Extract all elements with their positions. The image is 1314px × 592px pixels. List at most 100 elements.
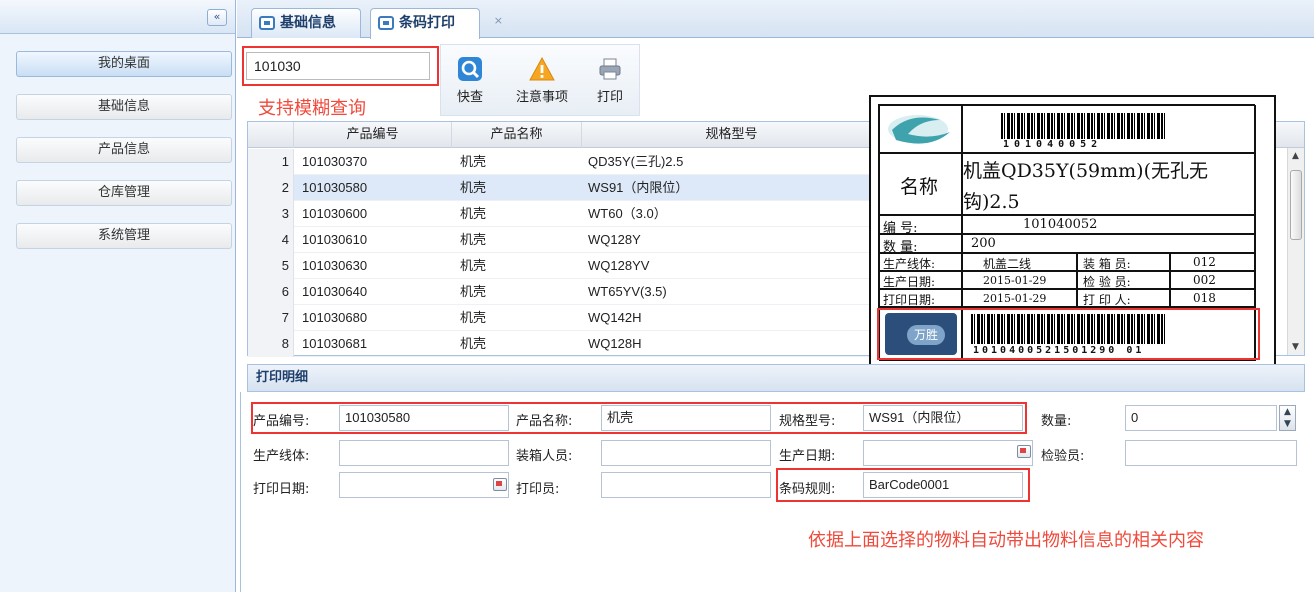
packer-field[interactable]: [601, 440, 771, 466]
barcode-rule-field[interactable]: BarCode0001: [863, 472, 1023, 498]
print-date-label-cell: 打印日期:: [879, 289, 962, 307]
product-name-field[interactable]: 机壳: [601, 405, 771, 431]
name-line-1: 机盖QD35Y(59mm)(无孔无: [963, 160, 1208, 182]
logo-cell: [879, 105, 962, 153]
sidebar-item-warehouse[interactable]: 仓库管理: [16, 180, 232, 206]
calendar-icon[interactable]: [1017, 445, 1031, 458]
inspector-value-cell: 002: [1170, 271, 1256, 289]
collapse-sidebar-icon[interactable]: «: [207, 9, 227, 26]
product-code-cell: 101030370: [302, 154, 368, 169]
company-logo-icon: [888, 115, 950, 144]
product-code-field[interactable]: 101030580: [339, 405, 509, 431]
spec-cell: WQ128H: [588, 336, 642, 351]
product-name-cell: 机壳: [460, 206, 487, 221]
printer-label: 打印员:: [516, 482, 560, 497]
sidebar-item-basic-info[interactable]: 基础信息: [16, 94, 232, 120]
print-date-value-cell: 2015-01-29: [962, 289, 1077, 307]
spec-label: 规格型号:: [779, 414, 836, 429]
printer-icon: [599, 58, 621, 80]
line-label: 生产线体:: [883, 257, 936, 271]
name-label: 名称: [900, 176, 939, 198]
bottom-barcode-cell: 1010400521501290 01: [962, 307, 1256, 361]
top-barcode-cell: 101040052: [962, 105, 1256, 153]
line-label: 生产线体:: [253, 449, 310, 464]
product-name-cell: 机壳: [460, 154, 487, 169]
product-name-cell: 机壳: [460, 180, 487, 195]
code-label-cell: 编 号:: [879, 215, 962, 236]
brand-logo-text: 万胜: [907, 325, 945, 345]
tab-bar: 基础信息 条码打印 ×: [237, 0, 1314, 39]
prod-date-field[interactable]: [863, 440, 1033, 466]
tab-label: 基础信息: [280, 15, 336, 31]
row-number-header: [248, 122, 294, 148]
row-number: 6: [248, 279, 294, 305]
print-detail-panel: 产品编号: 101030580 产品名称: 机壳 规格型号: WS91（内限位）…: [240, 392, 1310, 592]
product-name-cell: 机壳: [460, 232, 487, 247]
row-number: 2: [248, 175, 294, 201]
packer-label: 装箱人员:: [516, 449, 573, 464]
qty-label-cell: 数 量:: [879, 234, 962, 255]
barcode-rule-label: 条码规则:: [779, 482, 836, 497]
bottom-barcode: [971, 314, 1167, 344]
bottom-barcode-number: 1010400521501290 01: [973, 345, 1145, 356]
packer-label-cell: 装 箱 员:: [1077, 253, 1170, 271]
product-code-cell: 101030580: [302, 180, 368, 195]
brand-logo-cell: 万胜: [879, 307, 962, 361]
print-date-value: 2015-01-29: [983, 292, 1047, 305]
product-code-cell: 101030600: [302, 206, 368, 221]
print-label: 打印: [596, 90, 623, 105]
auto-fill-hint: 依据上面选择的物料自动带出物料信息的相关内容: [808, 530, 1204, 551]
column-header-name[interactable]: 产品名称: [452, 122, 582, 148]
spec-cell: WQ128YV: [588, 258, 650, 273]
printer-field[interactable]: [601, 472, 771, 498]
printer-label-cell: 打 印 人:: [1077, 289, 1170, 307]
quantity-stepper[interactable]: ▲ ▼: [1279, 405, 1296, 431]
notes-button[interactable]: 注意事项: [506, 50, 578, 116]
line-label-cell: 生产线体:: [879, 253, 962, 271]
sidebar-item-desktop[interactable]: 我的桌面: [16, 51, 232, 77]
notes-label: 注意事项: [515, 90, 568, 105]
product-name-cell: 机壳: [460, 310, 487, 325]
spec-cell: WT65YV(3.5): [588, 284, 667, 299]
top-barcode-number: 101040052: [1003, 139, 1103, 150]
scrollbar-thumb[interactable]: [1290, 170, 1302, 240]
scroll-up-icon[interactable]: ▲: [1292, 151, 1299, 161]
product-code-cell: 101030680: [302, 310, 368, 325]
spec-cell: WS91（内限位）: [588, 180, 689, 195]
product-code-cell: 101030640: [302, 284, 368, 299]
close-tab-icon[interactable]: ×: [494, 7, 503, 35]
row-number: 4: [248, 227, 294, 253]
product-code-cell: 101030681: [302, 336, 368, 351]
quick-search-button[interactable]: 快查: [438, 50, 502, 116]
scroll-down-icon[interactable]: ▼: [1292, 342, 1299, 352]
product-name-cell: 机壳: [460, 336, 487, 351]
quantity-field[interactable]: 0: [1125, 405, 1277, 431]
spec-field[interactable]: WS91（内限位）: [863, 405, 1023, 431]
print-date-label: 打印日期:: [883, 293, 936, 307]
vertical-scrollbar[interactable]: ▲ ▼: [1287, 148, 1304, 355]
prod-date-value: 2015-01-29: [983, 274, 1047, 287]
column-header-code[interactable]: 产品编号: [294, 122, 452, 148]
sidebar-item-product-info[interactable]: 产品信息: [16, 137, 232, 163]
product-code-cell: 101030630: [302, 258, 368, 273]
sidebar-item-system[interactable]: 系统管理: [16, 223, 232, 249]
product-name-label: 产品名称:: [516, 414, 573, 429]
fuzzy-search-hint: 支持模糊查询: [258, 98, 366, 119]
row-number: 5: [248, 253, 294, 279]
line-field[interactable]: [339, 440, 509, 466]
qty-value: 200: [971, 236, 996, 251]
row-number: 8: [248, 331, 294, 357]
spec-cell: WT60（3.0）: [588, 206, 667, 221]
inspector-field[interactable]: [1125, 440, 1297, 466]
row-number: 7: [248, 305, 294, 331]
calendar-icon[interactable]: [493, 478, 507, 491]
spec-cell: QD35Y(三孔)2.5: [588, 154, 684, 169]
printer-value: 018: [1193, 291, 1216, 305]
print-button[interactable]: 打印: [578, 50, 642, 116]
tab-basic-info[interactable]: 基础信息: [251, 8, 361, 38]
search-input[interactable]: [246, 52, 430, 80]
print-date-field[interactable]: [339, 472, 509, 498]
column-header-spec[interactable]: 规格型号: [582, 122, 882, 148]
spec-cell: WQ142H: [588, 310, 642, 325]
tab-barcode-print[interactable]: 条码打印 ×: [370, 8, 503, 39]
